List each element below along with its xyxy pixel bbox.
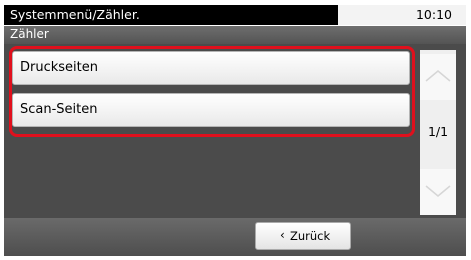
- scroll-up-button[interactable]: [420, 54, 456, 100]
- page-indicator: 1/1: [427, 124, 449, 139]
- scroll-panel: 1/1: [420, 50, 456, 215]
- selection-highlight: [9, 46, 415, 137]
- clock-area: 10:10: [338, 5, 466, 25]
- screen-title: Systemmenü/Zähler.: [10, 7, 140, 22]
- chevron-up-icon: [425, 70, 451, 82]
- chevron-left-icon: ‹: [280, 228, 285, 242]
- back-button-label: Zurück: [290, 229, 331, 243]
- chevron-down-icon: [425, 185, 451, 197]
- scroll-down-button[interactable]: [420, 169, 456, 215]
- clock: 10:10: [415, 7, 452, 22]
- back-button[interactable]: ‹ Zurück: [255, 222, 351, 250]
- section-title: Zähler: [10, 27, 49, 41]
- panel-screen: Systemmenü/Zähler. 10:10 Zähler Drucksei…: [0, 0, 471, 260]
- subtitle-bar: Zähler: [4, 26, 466, 44]
- title-bar: Systemmenü/Zähler. 10:10: [4, 5, 466, 25]
- bottom-bar: [4, 218, 466, 256]
